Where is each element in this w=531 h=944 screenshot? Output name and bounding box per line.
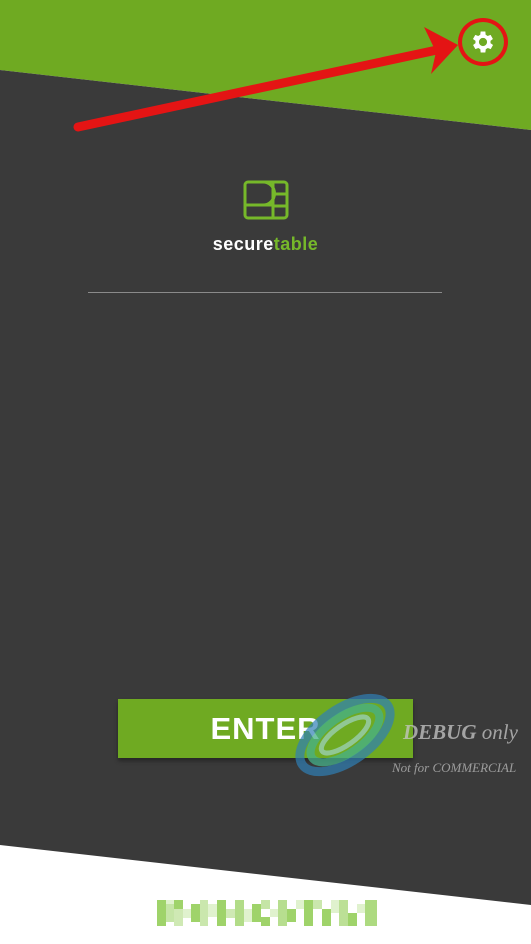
enter-button[interactable]: ENTER (118, 699, 413, 758)
divider (88, 292, 442, 293)
brand-name: securetable (0, 234, 531, 255)
brand-part-secure: secure (212, 234, 274, 254)
gear-icon (472, 31, 494, 53)
footer-version-pixelated (157, 900, 377, 926)
brand-part-table: table (273, 234, 319, 254)
background (0, 0, 531, 944)
table-layout-icon (243, 180, 288, 220)
app-logo: securetable (0, 180, 531, 255)
settings-button[interactable] (458, 18, 508, 66)
